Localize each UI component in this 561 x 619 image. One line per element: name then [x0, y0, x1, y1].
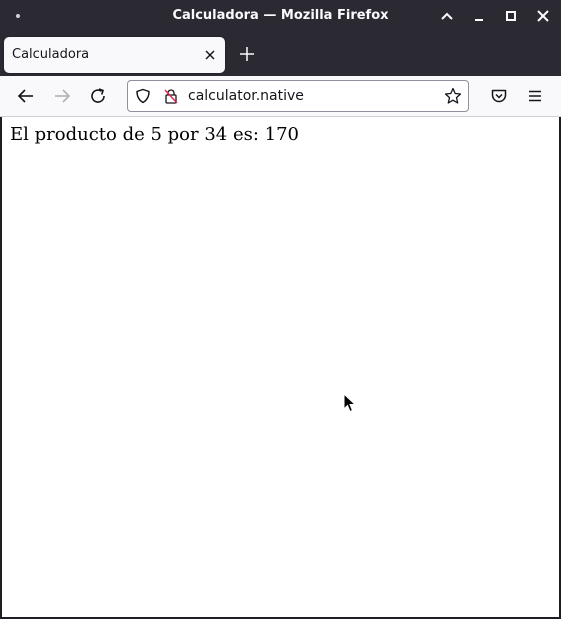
- forward-arrow-icon: [55, 89, 71, 103]
- reload-icon: [91, 88, 105, 103]
- app-menu-button[interactable]: [523, 84, 547, 108]
- chevron-up-icon: [441, 12, 453, 20]
- close-icon: [537, 10, 549, 22]
- navigation-toolbar: calculator.native: [0, 76, 561, 117]
- url-text[interactable]: calculator.native: [188, 81, 304, 111]
- tab-calculadora[interactable]: Calculadora: [4, 37, 225, 73]
- reload-button[interactable]: [86, 84, 110, 108]
- insecure-lock-icon[interactable]: [163, 88, 179, 104]
- browser-window: Calculadora — Mozilla Firefox Calculador…: [0, 0, 561, 619]
- tab-strip: Calculadora: [0, 32, 561, 76]
- window-shade-button[interactable]: [437, 6, 457, 26]
- result-text: El producto de 5 por 34 es: 170: [10, 124, 299, 145]
- forward-button[interactable]: [50, 84, 74, 108]
- minimize-button[interactable]: [469, 6, 489, 26]
- mouse-pointer-icon: [343, 393, 357, 413]
- pocket-icon: [491, 89, 507, 103]
- pocket-button[interactable]: [487, 84, 511, 108]
- close-window-button[interactable]: [533, 6, 553, 26]
- hamburger-menu-icon: [529, 90, 541, 102]
- address-bar[interactable]: calculator.native: [127, 80, 469, 112]
- minimize-icon: [475, 19, 483, 21]
- tab-close-icon[interactable]: [203, 48, 217, 62]
- back-arrow-icon: [17, 89, 33, 103]
- maximize-icon: [506, 11, 516, 21]
- maximize-button[interactable]: [501, 6, 521, 26]
- star-icon[interactable]: [444, 87, 462, 105]
- title-bar: Calculadora — Mozilla Firefox: [0, 0, 561, 32]
- page-content: El producto de 5 por 34 es: 170: [2, 117, 559, 617]
- new-tab-plus-icon[interactable]: [236, 43, 258, 65]
- shield-icon[interactable]: [135, 88, 151, 104]
- back-button[interactable]: [14, 84, 38, 108]
- tab-label: Calculadora: [12, 47, 90, 62]
